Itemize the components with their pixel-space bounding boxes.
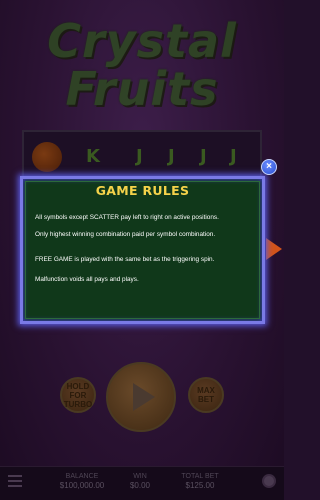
game-logo-line1: Crystal: [47, 14, 237, 68]
modal-inner-frame: [25, 181, 260, 319]
win-value: $0.00: [129, 481, 151, 490]
turbo-button[interactable]: HOLD FOR TURBO: [60, 377, 96, 413]
win-label: WIN: [133, 473, 147, 480]
reel-symbol: J: [200, 146, 207, 167]
balance-display: BALANCE $100,000.00: [52, 472, 112, 490]
menu-icon[interactable]: [8, 475, 22, 490]
rule-text: FREE GAME is played with the same bet as…: [35, 256, 215, 263]
rule-text: Malfunction voids all pays and plays.: [35, 276, 139, 283]
reel-symbol: J: [136, 146, 143, 167]
game-rules-modal: GAME RULES All symbols except SCATTER pa…: [20, 176, 265, 324]
bet-value: $125.00: [185, 481, 215, 490]
reel-symbol: J: [168, 146, 175, 167]
modal-title: GAME RULES: [95, 183, 190, 198]
balance-label: BALANCE: [65, 473, 99, 480]
close-icon[interactable]: ×: [261, 159, 277, 175]
play-icon: [133, 383, 155, 411]
max-bet-button[interactable]: MAX BET: [188, 377, 224, 413]
bottom-bar: BALANCE $100,000.00 WIN $0.00 TOTAL BET …: [0, 466, 284, 500]
game-logo-line2: Fruits: [65, 62, 219, 116]
rule-text: All symbols except SCATTER pay left to r…: [35, 214, 219, 221]
win-display: WIN $0.00: [120, 472, 160, 490]
balance-value: $100,000.00: [59, 481, 105, 490]
bet-display: TOTAL BET $125.00: [170, 472, 230, 490]
bet-label: TOTAL BET: [181, 473, 219, 480]
rule-text: Only highest winning combination paid pe…: [35, 231, 216, 238]
orange-fruit-icon: [32, 142, 62, 172]
next-page-arrow-icon[interactable]: [266, 238, 282, 260]
spin-button[interactable]: [106, 362, 176, 432]
coin-stack-icon[interactable]: [262, 474, 276, 488]
reel-symbol: K: [86, 146, 100, 167]
reel-symbol: J: [230, 146, 237, 167]
